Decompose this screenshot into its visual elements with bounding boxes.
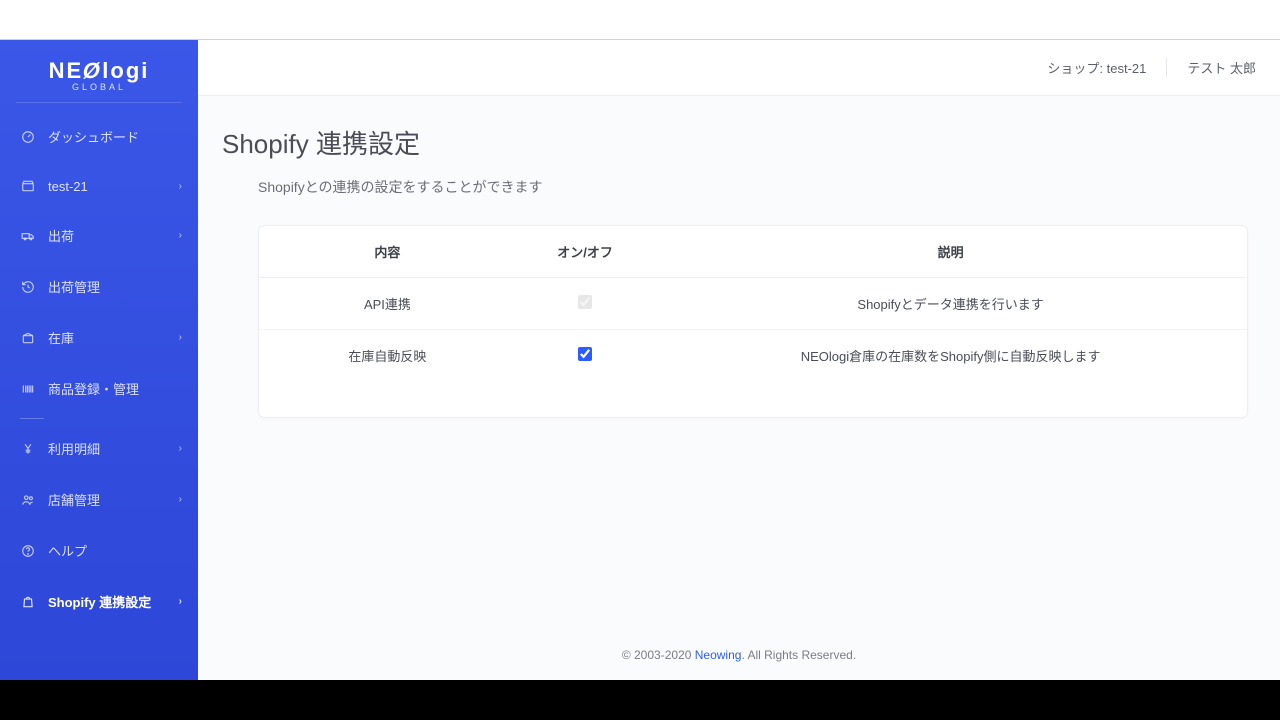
inventory-sync-checkbox[interactable] bbox=[578, 347, 592, 361]
dashboard-icon bbox=[20, 129, 36, 145]
footer-prefix: © 2003-2020 bbox=[622, 648, 695, 662]
sidebar-item-label: 商品登録・管理 bbox=[48, 379, 182, 398]
topbar-user[interactable]: テスト 太郎 bbox=[1167, 58, 1256, 77]
sidebar-item-shopify-settings[interactable]: Shopify 連携設定 › bbox=[0, 576, 198, 627]
sidebar-item-shop[interactable]: test-21 › bbox=[0, 162, 198, 210]
chevron-right-icon: › bbox=[179, 181, 182, 192]
bottom-letterbox bbox=[0, 680, 1280, 720]
users-icon bbox=[20, 492, 36, 508]
table-row: API連携 Shopifyとデータ連携を行います bbox=[259, 278, 1247, 330]
topbar: ショップ: test-21 テスト 太郎 bbox=[198, 40, 1280, 96]
app-root: NEØlogi GLOBAL ダッシュボード test-21 › bbox=[0, 40, 1280, 680]
chevron-right-icon: › bbox=[179, 443, 182, 454]
sidebar-item-label: ダッシュボード bbox=[48, 127, 182, 146]
barcode-icon bbox=[20, 381, 36, 397]
history-icon bbox=[20, 279, 36, 295]
help-icon bbox=[20, 543, 36, 559]
settings-table: 内容 オン/オフ 説明 API連携 Shopifyとデータ連携を行います bbox=[259, 226, 1247, 381]
sidebar-item-products[interactable]: 商品登録・管理 bbox=[0, 363, 198, 414]
yen-icon bbox=[20, 441, 36, 457]
footer-suffix: . All Rights Reserved. bbox=[741, 648, 856, 662]
nav-divider bbox=[20, 418, 44, 419]
sidebar-item-label: test-21 bbox=[48, 179, 179, 194]
th-desc: 説明 bbox=[654, 226, 1247, 278]
chevron-right-icon: › bbox=[179, 494, 182, 505]
settings-card: 内容 オン/オフ 説明 API連携 Shopifyとデータ連携を行います bbox=[258, 225, 1248, 418]
sidebar-item-shipping[interactable]: 出荷 › bbox=[0, 210, 198, 261]
sidebar-item-label: ヘルプ bbox=[48, 541, 182, 560]
table-header-row: 内容 オン/オフ 説明 bbox=[259, 226, 1247, 278]
cell-desc: Shopifyとデータ連携を行います bbox=[654, 278, 1247, 330]
brand-name: NEØlogi bbox=[16, 58, 182, 84]
cell-toggle bbox=[516, 330, 654, 382]
sidebar-nav: ダッシュボード test-21 › 出荷 › 出荷管理 bbox=[0, 111, 198, 627]
sidebar-item-label: 在庫 bbox=[48, 328, 179, 347]
sidebar-item-label: 店舗管理 bbox=[48, 490, 179, 509]
footer: © 2003-2020 Neowing. All Rights Reserved… bbox=[198, 634, 1280, 680]
truck-icon bbox=[20, 228, 36, 244]
sidebar-item-dashboard[interactable]: ダッシュボード bbox=[0, 111, 198, 162]
chevron-right-icon: › bbox=[179, 596, 182, 607]
sidebar-item-billing[interactable]: 利用明細 › bbox=[0, 423, 198, 474]
chevron-right-icon: › bbox=[179, 230, 182, 241]
card-padding bbox=[259, 381, 1247, 417]
sidebar-item-label: 出荷 bbox=[48, 226, 179, 245]
th-content: 内容 bbox=[259, 226, 516, 278]
box-icon bbox=[20, 330, 36, 346]
api-link-checkbox bbox=[578, 295, 592, 309]
sidebar-item-store-mgmt[interactable]: 店舗管理 › bbox=[0, 474, 198, 525]
sidebar-item-shipping-mgmt[interactable]: 出荷管理 bbox=[0, 261, 198, 312]
th-toggle: オン/オフ bbox=[516, 226, 654, 278]
bag-icon bbox=[20, 594, 36, 610]
brand-logo: NEØlogi GLOBAL bbox=[16, 50, 182, 103]
sidebar-item-label: 利用明細 bbox=[48, 439, 179, 458]
browser-chrome bbox=[0, 0, 1280, 40]
page-description: Shopifyとの連携の設定をすることができます bbox=[258, 177, 1248, 197]
cell-desc: NEOlogi倉庫の在庫数をShopify側に自動反映します bbox=[654, 330, 1247, 382]
cell-content: 在庫自動反映 bbox=[259, 330, 516, 382]
page-title: Shopify 連携設定 bbox=[222, 124, 1248, 161]
content: Shopify 連携設定 Shopifyとの連携の設定をすることができます 内容… bbox=[198, 96, 1280, 634]
sidebar: NEØlogi GLOBAL ダッシュボード test-21 › bbox=[0, 40, 198, 680]
cell-toggle bbox=[516, 278, 654, 330]
main-area: ショップ: test-21 テスト 太郎 Shopify 連携設定 Shopif… bbox=[198, 40, 1280, 680]
chevron-right-icon: › bbox=[179, 332, 182, 343]
topbar-shop[interactable]: ショップ: test-21 bbox=[1047, 58, 1167, 77]
table-row: 在庫自動反映 NEOlogi倉庫の在庫数をShopify側に自動反映します bbox=[259, 330, 1247, 382]
sidebar-item-label: 出荷管理 bbox=[48, 277, 182, 296]
cell-content: API連携 bbox=[259, 278, 516, 330]
shop-icon bbox=[20, 178, 36, 194]
footer-link[interactable]: Neowing bbox=[695, 648, 742, 662]
sidebar-item-inventory[interactable]: 在庫 › bbox=[0, 312, 198, 363]
sidebar-item-help[interactable]: ヘルプ bbox=[0, 525, 198, 576]
sidebar-item-label: Shopify 連携設定 bbox=[48, 592, 179, 611]
